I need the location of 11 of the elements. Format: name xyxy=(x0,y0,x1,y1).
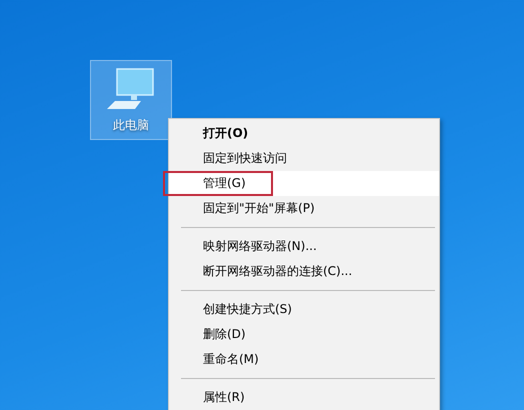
menu-item[interactable]: 创建快捷方式(S) xyxy=(169,297,439,322)
menu-item[interactable]: 断开网络驱动器的连接(C)... xyxy=(169,259,439,284)
menu-item[interactable]: 固定到"开始"屏幕(P) xyxy=(169,196,439,221)
menu-item[interactable]: 删除(D) xyxy=(169,322,439,347)
menu-item[interactable]: 重命名(M) xyxy=(169,347,439,372)
menu-item[interactable]: 打开(O) xyxy=(169,121,439,146)
menu-item[interactable]: 属性(R) xyxy=(169,385,439,410)
menu-item[interactable]: 固定到快速访问 xyxy=(169,146,439,171)
computer-icon xyxy=(105,67,157,111)
icon-label: 此电脑 xyxy=(113,117,149,134)
menu-item[interactable]: 映射网络驱动器(N)... xyxy=(169,234,439,259)
